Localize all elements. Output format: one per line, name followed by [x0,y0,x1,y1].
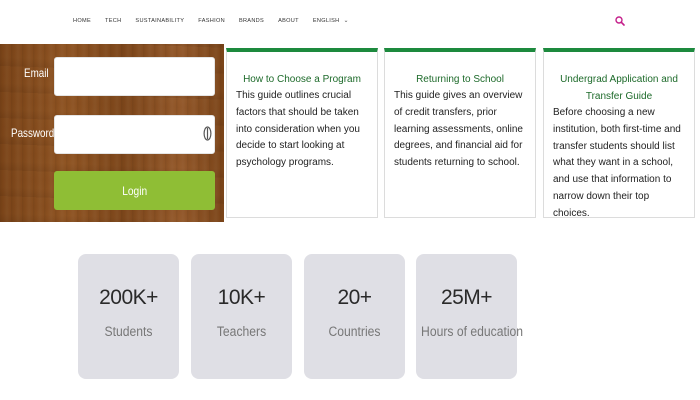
email-label: Email [24,66,49,80]
nav-item-tech[interactable]: TECH [105,18,121,24]
stat-students: 200K+ Students [78,254,179,379]
password-field[interactable] [54,115,215,154]
stat-label: Countries [328,324,381,339]
guide-card-choose-program[interactable]: How to Choose a Program This guide outli… [226,48,378,218]
login-panel: Email Password Login [0,44,224,222]
card-title: How to Choose a Program [243,74,361,85]
top-navigation: HOME TECH SUSTAINABILITY FASHION BRANDS … [0,0,700,44]
language-label: ENGLISH [312,18,340,24]
card-body: This guide gives an overview of credit t… [394,90,523,169]
stat-label: Hours of education [421,324,524,339]
eye-icon[interactable] [203,125,212,142]
search-icon[interactable] [614,14,626,26]
email-field[interactable] [54,57,215,96]
card-title: Returning to School [416,74,504,85]
login-button-label: Login [122,183,147,198]
chevron-down-icon: ⌄ [343,18,349,24]
stat-value: 200K+ [99,286,158,309]
password-label: Password [11,126,55,140]
stat-countries: 20+ Countries [304,254,405,379]
guide-card-transfer-guide[interactable]: Undergrad Application and Transfer Guide… [543,48,695,219]
login-button[interactable]: Login [54,171,215,210]
card-body: Before choosing a new institution, both … [553,107,681,219]
card-body: This guide outlines crucial factors that… [236,90,360,169]
stat-teachers: 10K+ Teachers [191,254,292,379]
nav-item-sustainability[interactable]: SUSTAINABILITY [135,18,184,24]
nav-item-home[interactable]: HOME [73,18,91,24]
stat-hours: 25M+ Hours of education [416,254,524,379]
card-title: Undergrad Application and Transfer Guide [560,74,678,102]
nav-item-about[interactable]: ABOUT [278,18,299,24]
stat-label: Students [104,324,153,339]
guide-card-returning-to-school[interactable]: Returning to School This guide gives an … [384,48,536,218]
nav-item-brands[interactable]: BRANDS [239,18,264,24]
nav-links: HOME TECH SUSTAINABILITY FASHION BRANDS … [73,17,349,25]
stat-value: 10K+ [217,286,266,309]
nav-item-fashion[interactable]: FASHION [198,18,225,24]
stat-value: 20+ [337,286,372,309]
language-selector[interactable]: ENGLISH ⌄ [313,17,349,24]
stat-value: 25M+ [440,286,493,309]
stat-label: Teachers [216,324,267,339]
